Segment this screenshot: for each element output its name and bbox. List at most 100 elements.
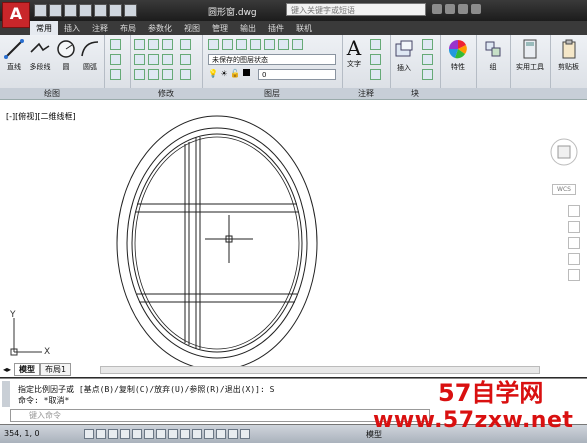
line-tool[interactable]: 直线 (3, 38, 25, 72)
group-tool[interactable]: 组 (482, 38, 504, 72)
block-panel-title[interactable]: 块 (390, 88, 440, 99)
wcs-menu[interactable]: WCS (552, 184, 576, 195)
command-window-grip[interactable] (2, 381, 10, 407)
sc-toggle[interactable] (228, 429, 238, 439)
tab-layout1[interactable]: 布局1 (40, 363, 72, 376)
offset-icon[interactable] (180, 69, 191, 80)
viewcube[interactable] (549, 128, 579, 188)
color-swatch[interactable] (242, 69, 250, 76)
hatch-icon[interactable] (110, 54, 121, 65)
help-icon[interactable] (471, 4, 481, 14)
properties-tool[interactable]: 特性 (444, 38, 472, 72)
sun-icon[interactable]: ☀ (221, 69, 228, 78)
tab-plugins[interactable]: 插件 (262, 21, 290, 35)
osnap-toggle[interactable] (132, 429, 142, 439)
dyn-toggle[interactable] (180, 429, 190, 439)
draw-panel-title[interactable]: 绘图 (0, 88, 104, 99)
fillet-icon[interactable] (162, 54, 173, 65)
open-icon[interactable] (49, 4, 62, 17)
rectangle-icon[interactable] (110, 39, 121, 50)
modify-panel-title[interactable]: 修改 (130, 88, 202, 99)
lock-icon[interactable]: 🔓 (230, 69, 240, 78)
undo-icon[interactable] (109, 4, 122, 17)
polyline-tool[interactable]: 多段线 (27, 38, 53, 72)
circle-tool[interactable]: 圆 (55, 38, 77, 72)
command-input[interactable]: 键入命令 (10, 409, 430, 422)
otrack-toggle[interactable] (156, 429, 166, 439)
draw-panel: 直线 多段线 圆 圆弧 绘图 (0, 35, 105, 99)
orbit-icon[interactable] (568, 253, 580, 265)
layer-icon-7[interactable] (292, 39, 303, 50)
explode-icon[interactable] (180, 54, 191, 65)
properties-label: 特性 (451, 63, 465, 71)
tab-insert[interactable]: 插入 (58, 21, 86, 35)
new-icon[interactable] (34, 4, 47, 17)
search-icon[interactable] (432, 4, 442, 14)
bulb-icon[interactable]: 💡 (208, 69, 218, 78)
attribute-icon[interactable] (422, 69, 433, 80)
search-input[interactable]: 键入关键字或短语 (286, 3, 426, 16)
pan-icon[interactable] (568, 221, 580, 233)
rotate-icon[interactable] (148, 39, 159, 50)
ortho-toggle[interactable] (108, 429, 118, 439)
move-icon[interactable] (134, 39, 145, 50)
layer-icon-5[interactable] (264, 39, 275, 50)
layers-panel-title[interactable]: 图层 (202, 88, 342, 99)
zoom-icon[interactable] (568, 237, 580, 249)
3dosnap-toggle[interactable] (144, 429, 154, 439)
tab-manage[interactable]: 管理 (206, 21, 234, 35)
layer-icon-6[interactable] (278, 39, 289, 50)
tab-online[interactable]: 联机 (290, 21, 318, 35)
gradient-icon[interactable] (110, 69, 121, 80)
layer-properties-icon[interactable] (208, 39, 219, 50)
copy-icon[interactable] (134, 54, 145, 65)
arc-tool[interactable]: 圆弧 (79, 38, 101, 72)
tab-model[interactable]: 模型 (14, 363, 41, 376)
array-icon[interactable] (162, 69, 173, 80)
annotation-panel-title[interactable]: 注释 (342, 88, 390, 99)
mirror-icon[interactable] (148, 54, 159, 65)
lwt-toggle[interactable] (192, 429, 202, 439)
print-icon[interactable] (94, 4, 107, 17)
dimension-icon[interactable] (370, 39, 381, 50)
snap-toggle[interactable] (84, 429, 94, 439)
tab-nav-arrows[interactable]: ◂▸ (0, 365, 14, 374)
exchange-icon[interactable] (458, 4, 468, 14)
scale-icon[interactable] (148, 69, 159, 80)
steering-wheel-icon[interactable] (568, 205, 580, 217)
tab-home[interactable]: 常用 (30, 21, 58, 35)
current-layer-select[interactable]: 0 (258, 69, 336, 80)
signin-icon[interactable] (445, 4, 455, 14)
layer-icon-2[interactable] (222, 39, 233, 50)
text-tool[interactable]: A 文字 (344, 37, 364, 69)
tab-parametric[interactable]: 参数化 (142, 21, 178, 35)
qp-toggle[interactable] (216, 429, 226, 439)
saveas-icon[interactable] (79, 4, 92, 17)
utilities-tool[interactable]: 实用工具 (512, 38, 548, 72)
redo-icon[interactable] (124, 4, 137, 17)
app-menu-button[interactable]: A (2, 2, 30, 28)
table-icon[interactable] (370, 69, 381, 80)
ducs-toggle[interactable] (168, 429, 178, 439)
tab-view[interactable]: 视图 (178, 21, 206, 35)
tab-output[interactable]: 输出 (234, 21, 262, 35)
erase-icon[interactable] (180, 39, 191, 50)
tab-annotate[interactable]: 注释 (86, 21, 114, 35)
layer-state-select[interactable]: 未保存的图层状态 (208, 54, 336, 65)
save-icon[interactable] (64, 4, 77, 17)
showmotion-icon[interactable] (568, 269, 580, 281)
insert-tool[interactable]: 插入 (392, 39, 416, 73)
am-toggle[interactable] (240, 429, 250, 439)
trim-icon[interactable] (162, 39, 173, 50)
clipboard-tool[interactable]: 剪贴板 (552, 38, 585, 72)
create-block-icon[interactable] (422, 39, 433, 50)
leader-icon[interactable] (370, 54, 381, 65)
layer-icon-4[interactable] (250, 39, 261, 50)
stretch-icon[interactable] (134, 69, 145, 80)
polar-toggle[interactable] (120, 429, 130, 439)
edit-block-icon[interactable] (422, 54, 433, 65)
layer-icon-3[interactable] (236, 39, 247, 50)
tab-layout[interactable]: 布局 (114, 21, 142, 35)
grid-toggle[interactable] (96, 429, 106, 439)
tpy-toggle[interactable] (204, 429, 214, 439)
